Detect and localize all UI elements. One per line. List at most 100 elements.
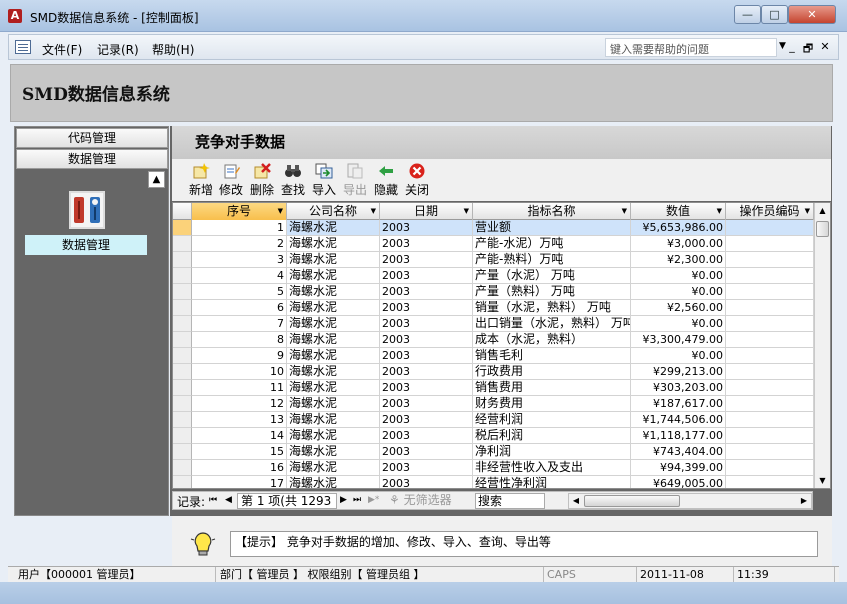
cell-metric[interactable]: 产能-熟料）万吨 <box>473 252 631 268</box>
table-row[interactable]: 14 海螺水泥 2003 税后利润 ¥1,118,177.00 <box>173 428 814 444</box>
cell-company[interactable]: 海螺水泥 <box>287 412 380 428</box>
cell-operator[interactable] <box>726 220 814 236</box>
column-header-date[interactable]: 日期 ▼ <box>380 203 473 220</box>
last-record-icon[interactable]: ⏭ <box>353 495 361 505</box>
cell-operator[interactable] <box>726 284 814 300</box>
cell-seq[interactable]: 11 <box>192 380 287 396</box>
scroll-up-icon[interactable]: ▲ <box>148 171 165 188</box>
nav-item-data-management[interactable]: 数据管理 <box>25 235 147 255</box>
table-row[interactable]: 13 海螺水泥 2003 经营利润 ¥1,744,506.00 <box>173 412 814 428</box>
cell-metric[interactable]: 产量（熟料） 万吨 <box>473 284 631 300</box>
cell-value[interactable]: ¥0.00 <box>631 316 726 332</box>
cell-metric[interactable]: 产能-水泥）万吨 <box>473 236 631 252</box>
cell-seq[interactable]: 6 <box>192 300 287 316</box>
search-input[interactable]: 搜索 <box>475 493 545 509</box>
cell-company[interactable]: 海螺水泥 <box>287 428 380 444</box>
cell-date[interactable]: 2003 <box>380 268 473 284</box>
row-selector[interactable] <box>173 364 192 380</box>
cell-seq[interactable]: 5 <box>192 284 287 300</box>
vertical-scrollbar[interactable]: ▲ ▼ <box>814 203 830 488</box>
cell-metric[interactable]: 成本（水泥，熟料） <box>473 332 631 348</box>
cell-date[interactable]: 2003 <box>380 364 473 380</box>
cell-operator[interactable] <box>726 348 814 364</box>
table-row[interactable]: 10 海螺水泥 2003 行政费用 ¥299,213.00 <box>173 364 814 380</box>
cell-metric[interactable]: 净利润 <box>473 444 631 460</box>
cell-operator[interactable] <box>726 364 814 380</box>
cell-date[interactable]: 2003 <box>380 444 473 460</box>
row-selector[interactable] <box>173 300 192 316</box>
menu-records[interactable]: 记录(R) <box>97 41 139 58</box>
column-filter-icon[interactable]: ▼ <box>464 203 469 220</box>
next-record-icon[interactable]: ▶ <box>340 495 347 505</box>
scroll-down-arrow-icon[interactable]: ▼ <box>815 473 830 488</box>
column-header-metric[interactable]: 指标名称 ▼ <box>473 203 631 220</box>
mdi-minimize-button[interactable]: _ <box>785 40 799 53</box>
cell-company[interactable]: 海螺水泥 <box>287 268 380 284</box>
row-selector[interactable] <box>173 444 192 460</box>
help-question-input[interactable]: 键入需要帮助的问题 <box>605 38 777 57</box>
cell-metric[interactable]: 财务费用 <box>473 396 631 412</box>
import-button[interactable]: 导入 <box>309 163 339 198</box>
table-row[interactable]: 15 海螺水泥 2003 净利润 ¥743,404.00 <box>173 444 814 460</box>
cell-operator[interactable] <box>726 444 814 460</box>
cell-value[interactable]: ¥303,203.00 <box>631 380 726 396</box>
mdi-restore-button[interactable]: 🗗 <box>801 40 815 59</box>
scroll-right-arrow-icon[interactable]: ▶ <box>797 494 811 508</box>
add-button[interactable]: 新增 <box>186 163 216 198</box>
cell-company[interactable]: 海螺水泥 <box>287 284 380 300</box>
cell-company[interactable]: 海螺水泥 <box>287 220 380 236</box>
cell-company[interactable]: 海螺水泥 <box>287 460 380 476</box>
cell-metric[interactable]: 经营利润 <box>473 412 631 428</box>
cell-metric[interactable]: 销售费用 <box>473 380 631 396</box>
cell-operator[interactable] <box>726 476 814 488</box>
row-selector[interactable] <box>173 332 192 348</box>
cell-operator[interactable] <box>726 412 814 428</box>
cell-company[interactable]: 海螺水泥 <box>287 236 380 252</box>
row-selector[interactable] <box>173 396 192 412</box>
cell-metric[interactable]: 经营性净利润 <box>473 476 631 488</box>
column-filter-icon[interactable]: ▼ <box>805 203 810 220</box>
horizontal-scrollbar[interactable]: ◀ ▶ <box>568 493 812 509</box>
cell-seq[interactable]: 10 <box>192 364 287 380</box>
cell-seq[interactable]: 14 <box>192 428 287 444</box>
cell-value[interactable]: ¥3,300,479.00 <box>631 332 726 348</box>
cell-operator[interactable] <box>726 396 814 412</box>
cell-seq[interactable]: 9 <box>192 348 287 364</box>
column-filter-icon[interactable]: ▼ <box>622 203 627 220</box>
column-filter-icon[interactable]: ▼ <box>717 203 722 220</box>
cell-date[interactable]: 2003 <box>380 396 473 412</box>
cell-seq[interactable]: 13 <box>192 412 287 428</box>
horizontal-scroll-thumb[interactable] <box>584 495 680 507</box>
row-selector[interactable] <box>173 476 192 488</box>
cell-metric[interactable]: 营业额 <box>473 220 631 236</box>
first-record-icon[interactable]: ⏮ <box>209 495 217 505</box>
cell-seq[interactable]: 12 <box>192 396 287 412</box>
cell-date[interactable]: 2003 <box>380 460 473 476</box>
cell-value[interactable]: ¥0.00 <box>631 348 726 364</box>
row-selector[interactable] <box>173 428 192 444</box>
cell-metric[interactable]: 销量（水泥，熟料） 万吨 <box>473 300 631 316</box>
cell-value[interactable]: ¥3,000.00 <box>631 236 726 252</box>
cell-date[interactable]: 2003 <box>380 300 473 316</box>
cell-operator[interactable] <box>726 268 814 284</box>
tools-icon[interactable] <box>69 191 105 229</box>
table-row[interactable]: 7 海螺水泥 2003 出口销量（水泥，熟料） 万吨 ¥0.00 <box>173 316 814 332</box>
table-row[interactable]: 16 海螺水泥 2003 非经营性收入及支出 ¥94,399.00 <box>173 460 814 476</box>
cell-value[interactable]: ¥1,744,506.00 <box>631 412 726 428</box>
cell-date[interactable]: 2003 <box>380 380 473 396</box>
cell-operator[interactable] <box>726 380 814 396</box>
cell-company[interactable]: 海螺水泥 <box>287 444 380 460</box>
row-selector[interactable] <box>173 380 192 396</box>
cell-operator[interactable] <box>726 236 814 252</box>
cell-seq[interactable]: 3 <box>192 252 287 268</box>
table-row[interactable]: 3 海螺水泥 2003 产能-熟料）万吨 ¥2,300.00 <box>173 252 814 268</box>
row-selector[interactable] <box>173 268 192 284</box>
column-filter-icon[interactable]: ▼ <box>371 203 376 220</box>
vertical-scroll-thumb[interactable] <box>816 221 829 237</box>
cell-date[interactable]: 2003 <box>380 252 473 268</box>
table-row[interactable]: 1 海螺水泥 2003 营业额 ¥5,653,986.00 <box>173 220 814 236</box>
cell-operator[interactable] <box>726 252 814 268</box>
cell-company[interactable]: 海螺水泥 <box>287 252 380 268</box>
export-button[interactable]: 导出 <box>340 163 370 198</box>
cell-operator[interactable] <box>726 316 814 332</box>
